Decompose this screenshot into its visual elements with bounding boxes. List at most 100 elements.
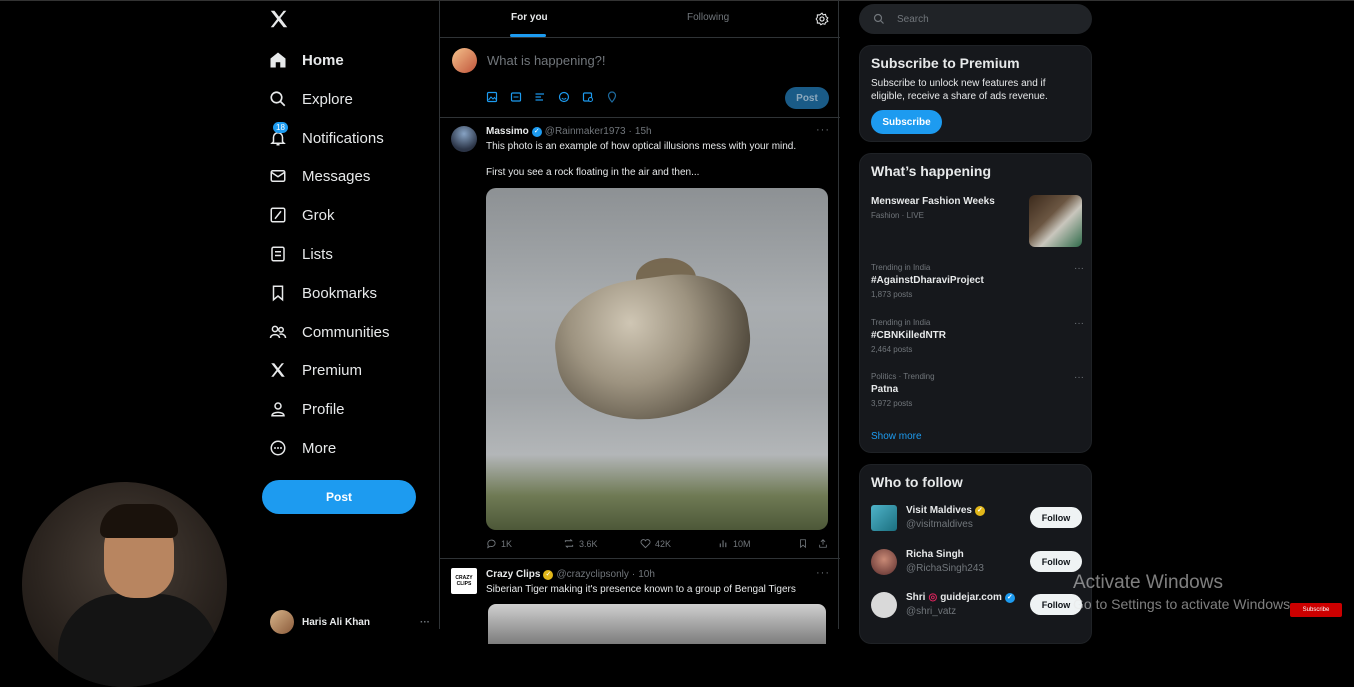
avatar[interactable] [871, 505, 897, 531]
schedule-icon[interactable] [582, 91, 594, 103]
compose-post-button[interactable]: Post [785, 87, 829, 109]
sidebar-item-communities[interactable]: Communities [268, 317, 390, 347]
tab-for-you[interactable]: For you [511, 12, 548, 23]
sidebar-item-bookmarks[interactable]: Bookmarks [268, 278, 377, 308]
follow-suggestion[interactable]: Richa Singh @RichaSingh243 Follow [871, 547, 1086, 577]
avatar[interactable] [451, 126, 477, 152]
sidebar-item-profile[interactable]: Profile [268, 394, 345, 424]
author-name[interactable]: Massimo [486, 126, 529, 137]
tweet-actions: 1K 3.6K 42K 10M [486, 538, 828, 549]
follow-suggestion[interactable]: Visit Maldives ✓ @visitmaldives Follow [871, 503, 1086, 533]
subscribe-button[interactable]: Subscribe [871, 110, 942, 134]
envelope-icon [268, 166, 288, 186]
suggestion-name: Shri [906, 592, 926, 603]
author-handle[interactable]: @Rainmaker1973 [545, 126, 626, 137]
suggestion-name: Richa Singh [906, 549, 964, 560]
tweet-more-icon[interactable]: ··· [816, 124, 830, 136]
sidebar-item-messages[interactable]: Messages [268, 161, 370, 191]
author-handle[interactable]: @crazyclipsonly [556, 569, 628, 580]
search-icon [268, 89, 288, 109]
follow-suggestion[interactable]: Shri ◎ guidejar.com ✓ @shri_vatz Follow [871, 590, 1086, 620]
compose-input[interactable]: What is happening?! [487, 53, 606, 68]
tweet-video[interactable] [488, 604, 826, 644]
trend-item[interactable]: Politics · Trending Patna 3,972 posts ··… [871, 372, 1086, 408]
views-button[interactable]: 10M [718, 538, 798, 549]
premium-card: Subscribe to Premium Subscribe to unlock… [859, 45, 1092, 142]
tweet-time[interactable]: 15h [635, 126, 652, 137]
x-logo-icon [268, 360, 288, 380]
avatar[interactable] [871, 549, 897, 575]
show-more-link[interactable]: Show more [871, 431, 922, 442]
webcam-overlay [22, 482, 227, 687]
follow-button[interactable]: Follow [1030, 551, 1082, 572]
reply-button[interactable]: 1K [486, 538, 563, 549]
search-input[interactable]: Search [859, 4, 1092, 34]
suggestion-handle: @visitmaldives [906, 519, 973, 530]
trend-item[interactable]: Trending in India #CBNKilledNTR 2,464 po… [871, 318, 1086, 354]
gear-icon[interactable] [815, 12, 829, 31]
views-icon [719, 540, 727, 548]
more-circle-icon [268, 438, 288, 458]
sidebar-item-home[interactable]: Home [268, 45, 344, 75]
trend-thumbnail[interactable] [1029, 195, 1082, 247]
sidebar-item-more[interactable]: More [268, 433, 336, 463]
trend-context: Politics · Trending [871, 372, 935, 381]
emoji-icon[interactable] [558, 91, 570, 103]
avatar [452, 48, 477, 73]
bookmark-icon[interactable] [798, 538, 818, 549]
location-icon[interactable] [606, 91, 618, 103]
tweet-time[interactable]: 10h [638, 569, 655, 580]
separator: · [628, 126, 632, 137]
notification-badge: 18 [273, 122, 288, 133]
reply-icon [487, 539, 496, 549]
list-icon [268, 244, 288, 264]
tweet-text: First you see a rock floating in the air… [486, 167, 700, 178]
avatar [270, 610, 294, 634]
trend-more-icon[interactable]: ··· [1074, 318, 1084, 329]
person-icon [268, 399, 288, 419]
right-sidebar: Search Subscribe to Premium Subscribe to… [859, 0, 1092, 644]
avatar[interactable] [871, 592, 897, 618]
sidebar-item-label: Messages [302, 167, 371, 185]
gif-icon[interactable] [510, 91, 522, 103]
sidebar-item-premium[interactable]: Premium [268, 355, 362, 385]
sidebar-item-grok[interactable]: Grok [268, 200, 335, 230]
sidebar-item-lists[interactable]: Lists [268, 239, 333, 269]
tweet-photo[interactable] [486, 188, 828, 530]
account-name: Haris Ali Khan [302, 616, 370, 628]
who-to-follow-card: Who to follow Visit Maldives ✓ @visitmald… [859, 464, 1092, 644]
x-logo-icon[interactable] [268, 8, 292, 32]
tweet-more-icon[interactable]: ··· [816, 567, 830, 579]
avatar[interactable]: CRAZY CLIPS [451, 568, 477, 594]
trend-more-icon[interactable]: ··· [1074, 372, 1084, 383]
suggestion-handle: @shri_vatz [906, 606, 957, 617]
share-icon[interactable] [818, 538, 828, 549]
left-sidebar: Home Explore 18 Notifications Messages G… [258, 0, 438, 634]
section-title: Who to follow [871, 474, 963, 490]
trend-count: 1,873 posts [871, 290, 913, 299]
image-icon[interactable] [486, 91, 498, 103]
post-button[interactable]: Post [262, 480, 416, 514]
sidebar-item-explore[interactable]: Explore [268, 84, 353, 114]
tweet-text: This photo is an example of how optical … [486, 141, 797, 152]
tab-following[interactable]: Following [687, 12, 729, 23]
poll-icon[interactable] [534, 91, 546, 103]
repost-icon [564, 539, 574, 548]
sidebar-item-notifications[interactable]: 18 Notifications [268, 122, 384, 153]
premium-text: Subscribe to unlock new features and if … [871, 78, 1048, 102]
author-name[interactable]: Crazy Clips [486, 569, 540, 580]
trend-count: 2,464 posts [871, 345, 913, 354]
trend-count: 3,972 posts [871, 399, 913, 408]
account-switcher[interactable]: Haris Ali Khan ··· [270, 610, 430, 634]
sidebar-item-label: Notifications [302, 129, 384, 147]
trend-item[interactable]: Trending in India #AgainstDharaviProject… [871, 263, 1086, 299]
watermark-line1: Activate Windows [1073, 572, 1223, 593]
like-button[interactable]: 42K [640, 538, 718, 549]
repost-button[interactable]: 3.6K [563, 538, 640, 549]
trend-context: Trending in India [871, 263, 931, 272]
trend-more-icon[interactable]: ··· [1074, 263, 1084, 274]
youtube-subscribe-badge[interactable]: Subscribe [1290, 603, 1342, 617]
bookmark-icon [268, 283, 288, 303]
sidebar-item-label: Premium [302, 361, 363, 379]
follow-button[interactable]: Follow [1030, 507, 1082, 528]
